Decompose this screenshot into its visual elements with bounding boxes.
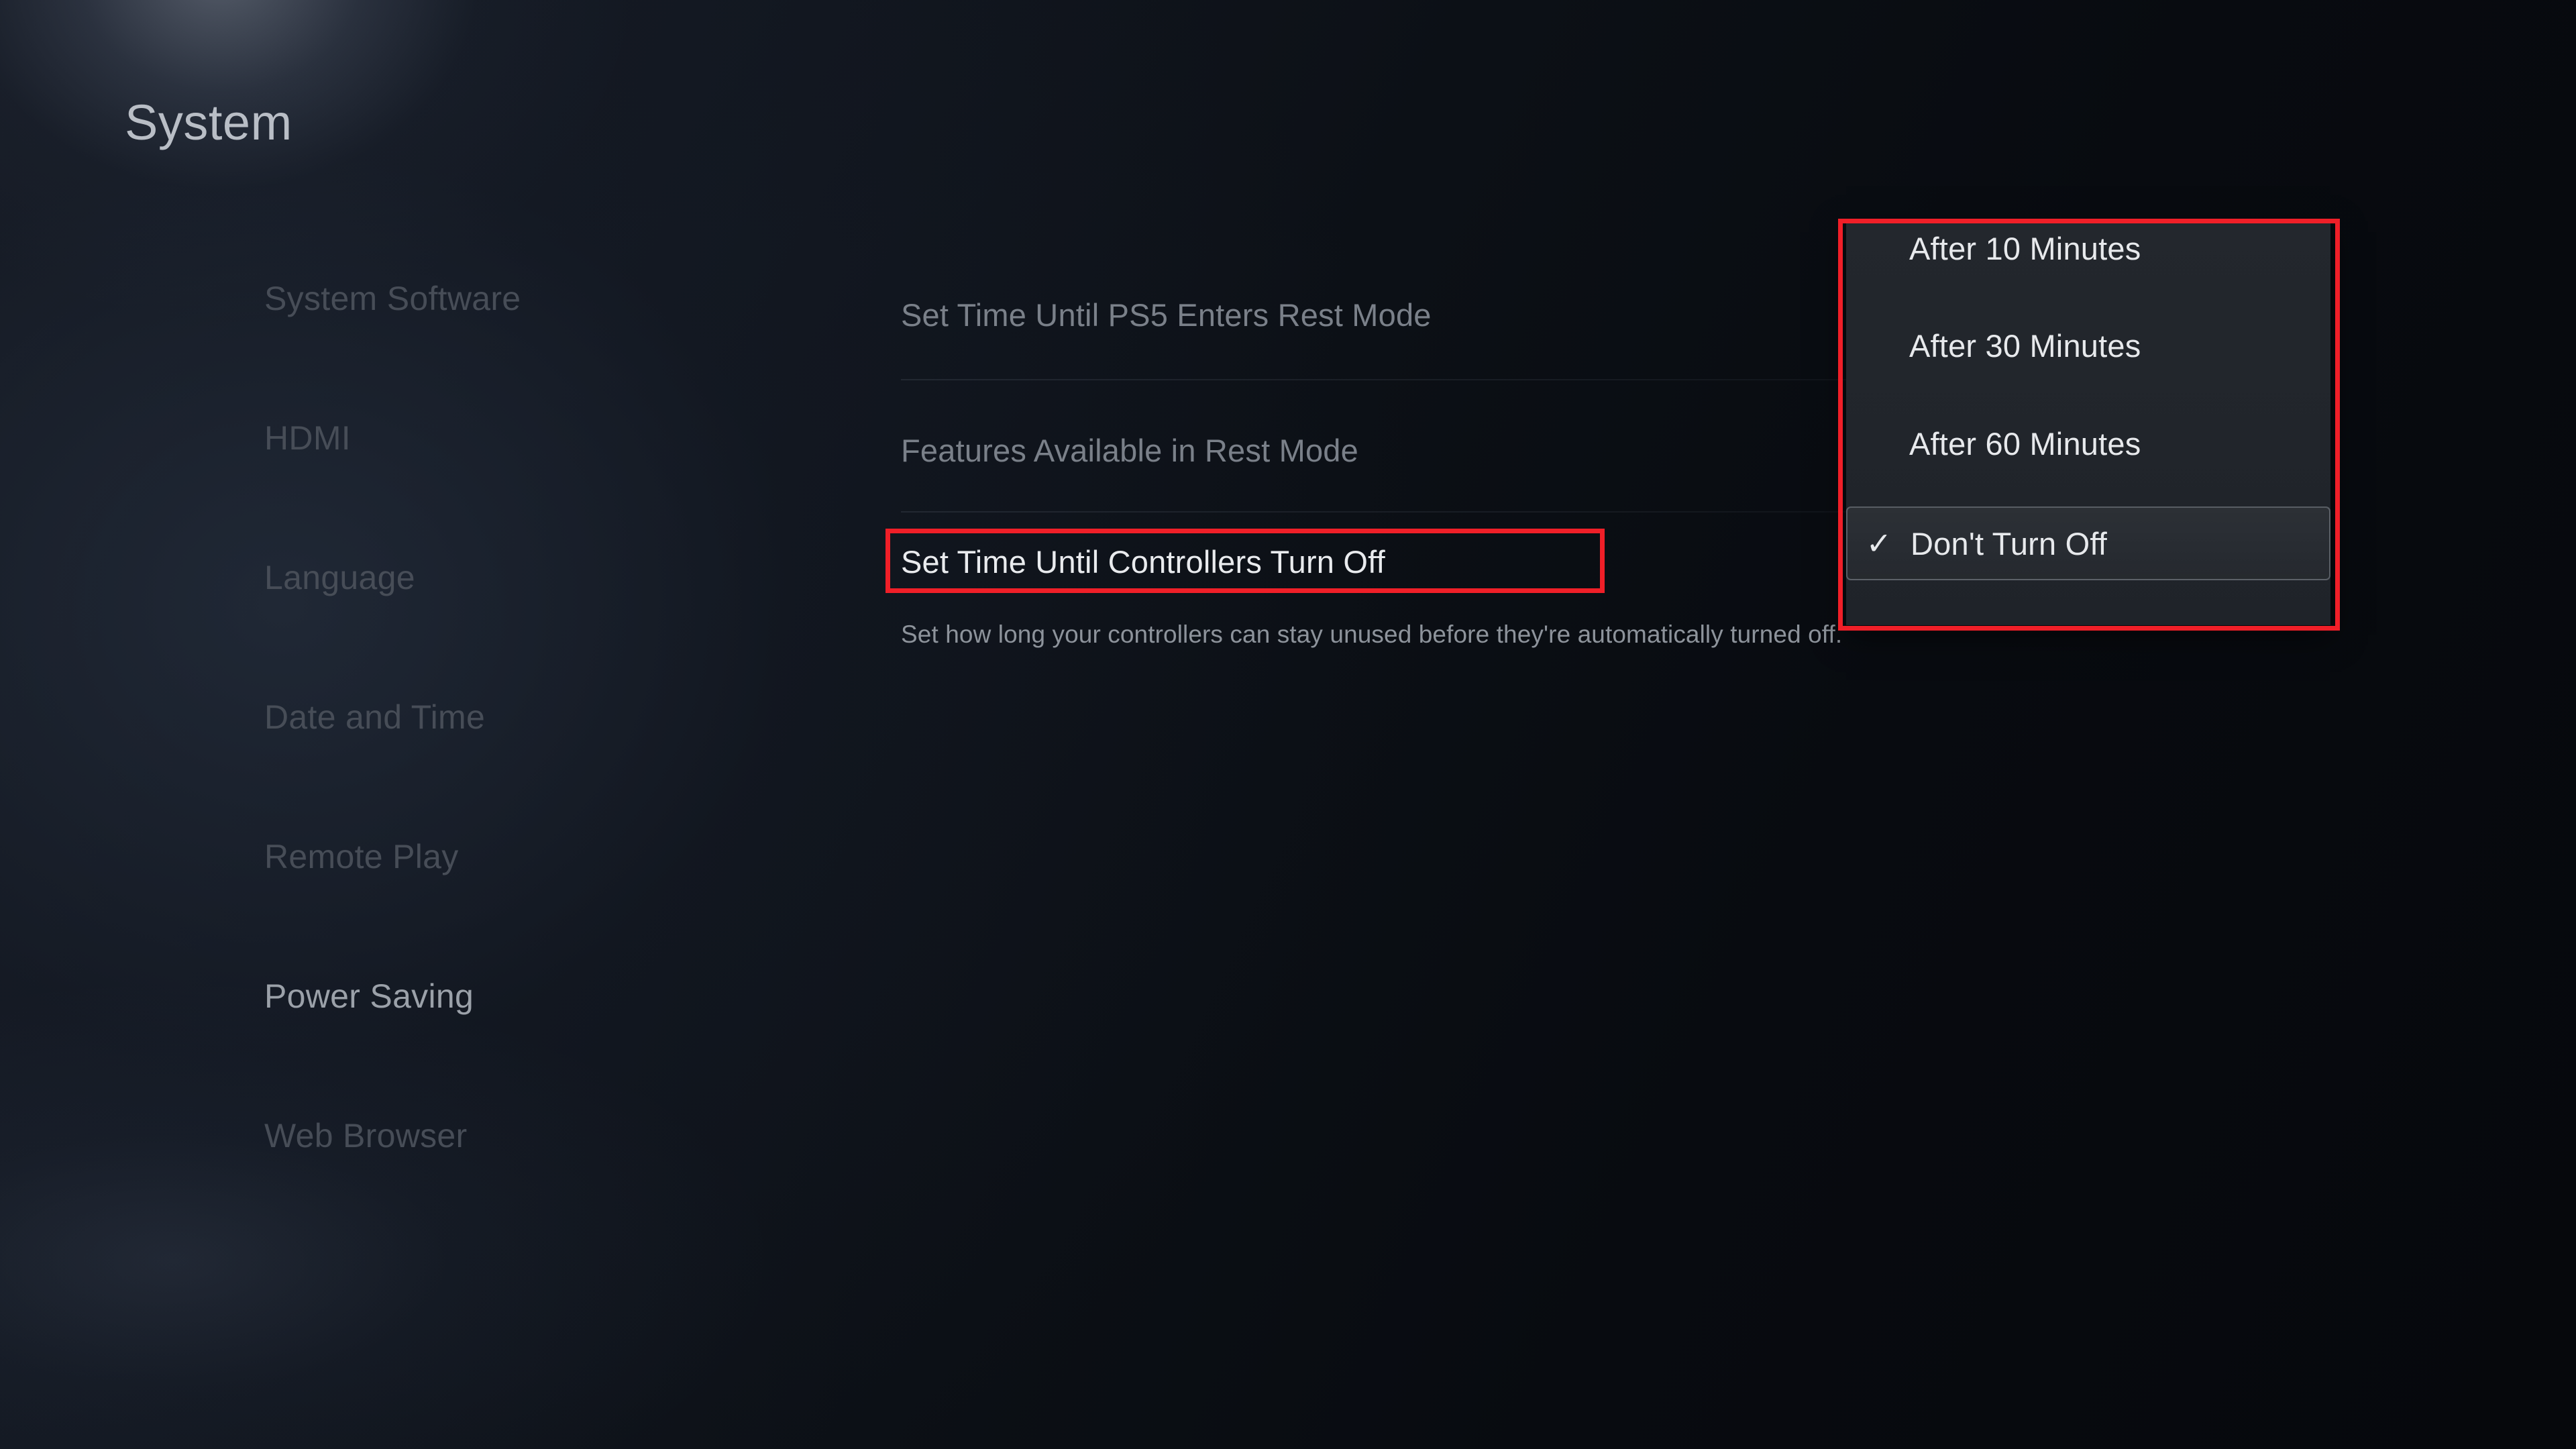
dropdown-option-label: After 60 Minutes [1909,425,2141,462]
dropdown-option-label: Don't Turn Off [1911,525,2108,561]
dropdown-option[interactable]: After 60 Minutes [1846,407,2330,480]
check-icon: ✓ [1866,526,1892,561]
setting-row-label: Set Time Until Controllers Turn Off [901,543,1385,580]
setting-row-label: Features Available in Rest Mode [901,432,1358,468]
dropdown-option[interactable]: ✓ Don't Turn Off [1846,506,2330,580]
controller-timeout-dropdown[interactable]: After 10 Minutes After 30 Minutes After 60… [1846,223,2330,625]
ps5-settings-screen: System System Software HDMI Language Date a… [0,0,2576,1449]
dropdown-option-label: After 30 Minutes [1909,327,2141,364]
dropdown-option[interactable]: After 10 Minutes [1846,211,2330,285]
dropdown-option[interactable]: After 30 Minutes [1846,309,2330,382]
setting-row-label: Set Time Until PS5 Enters Rest Mode [901,297,1432,333]
dropdown-option-label: After 10 Minutes [1909,230,2141,266]
